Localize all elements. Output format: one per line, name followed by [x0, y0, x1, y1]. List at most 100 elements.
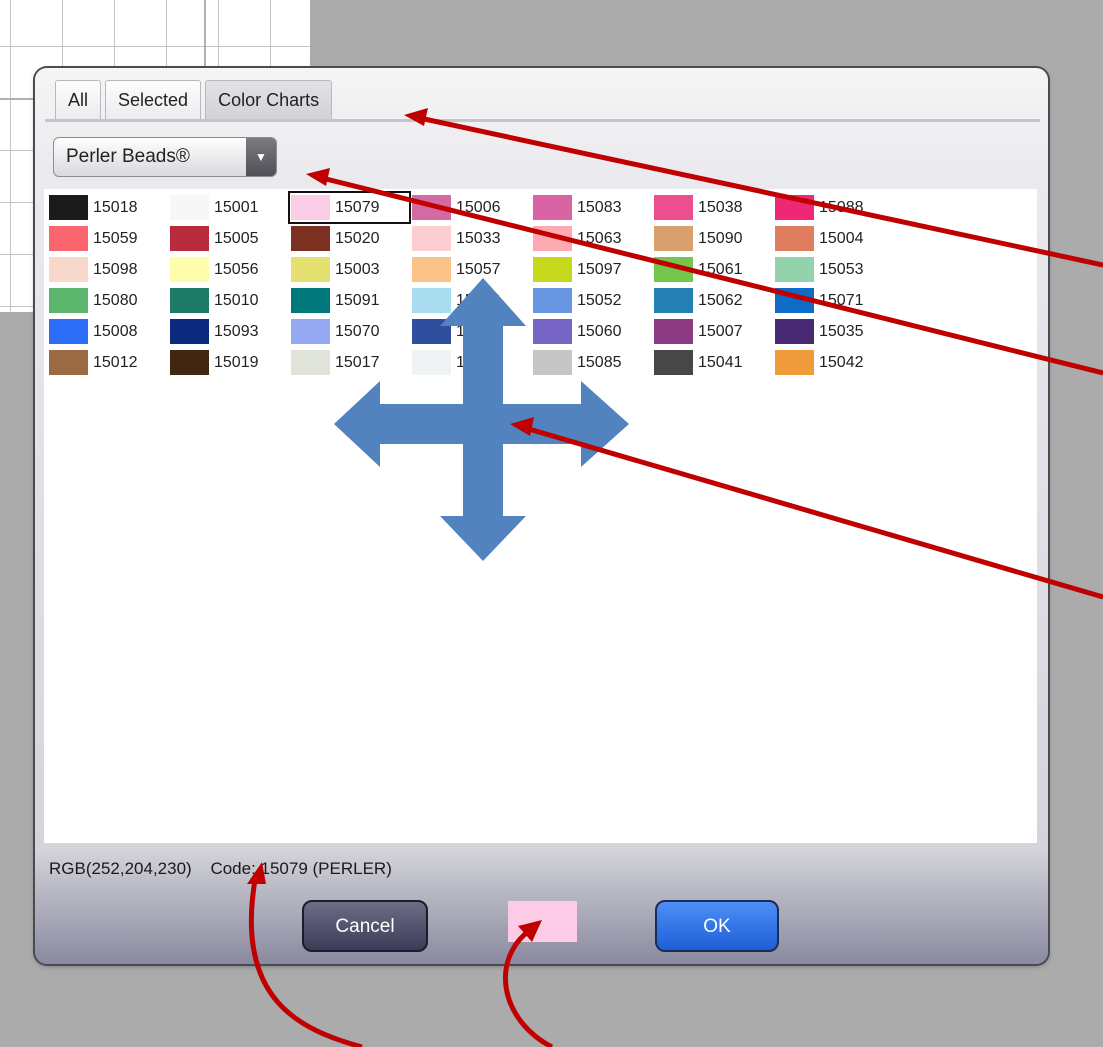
swatch-15090[interactable]: 15090	[652, 223, 773, 254]
swatch-15059[interactable]: 15059	[47, 223, 168, 254]
swatch-color-chip	[654, 288, 693, 313]
color-chart-select[interactable]: Perler Beads® ▼	[53, 137, 277, 177]
ok-button[interactable]: OK	[655, 900, 779, 952]
swatch-code-label: 15005	[214, 230, 259, 247]
chevron-down-icon[interactable]: ▼	[246, 138, 276, 176]
swatch-15053[interactable]: 15053	[773, 254, 894, 285]
tab-bar: All Selected Color Charts	[55, 80, 336, 120]
swatch-code-label: 15035	[819, 323, 864, 340]
swatch-code-label: 15049	[456, 292, 501, 309]
swatch-15079[interactable]: 15079	[288, 191, 411, 224]
swatch-15056[interactable]: 15056	[168, 254, 289, 285]
swatch-color-chip	[654, 350, 693, 375]
color-preview-swatch	[508, 901, 577, 942]
swatch-color-chip	[291, 288, 330, 313]
swatch-15070[interactable]: 15070	[289, 316, 410, 347]
swatch-code-label: 15071	[819, 292, 864, 309]
swatch-15071[interactable]: 15071	[773, 285, 894, 316]
swatch-color-chip	[49, 226, 88, 251]
swatch-15061[interactable]: 15061	[652, 254, 773, 285]
swatch-color-chip	[170, 257, 209, 282]
swatch-15093[interactable]: 15093	[168, 316, 289, 347]
swatch-code-label: 15002	[456, 354, 501, 371]
swatch-15006[interactable]: 15006	[410, 192, 531, 223]
swatch-15001[interactable]: 15001	[168, 192, 289, 223]
swatch-15018[interactable]: 15018	[47, 192, 168, 223]
swatch-15004[interactable]: 15004	[773, 223, 894, 254]
tab-color-charts[interactable]: Color Charts	[205, 80, 333, 119]
swatch-15088[interactable]: 15088	[773, 192, 894, 223]
swatch-15005[interactable]: 15005	[168, 223, 289, 254]
swatch-15062[interactable]: 15062	[652, 285, 773, 316]
swatch-15019[interactable]: 15019	[168, 347, 289, 378]
swatch-code-label: 15091	[335, 292, 380, 309]
swatch-code-label: 15097	[577, 261, 622, 278]
swatch-code-label: 15038	[698, 199, 743, 216]
swatch-15012[interactable]: 15012	[47, 347, 168, 378]
swatch-15057[interactable]: 15057	[410, 254, 531, 285]
swatch-15091[interactable]: 15091	[289, 285, 410, 316]
swatch-code-label: 15080	[93, 292, 138, 309]
swatch-15049[interactable]: 15049	[410, 285, 531, 316]
swatch-15020[interactable]: 15020	[289, 223, 410, 254]
swatch-color-chip	[291, 226, 330, 251]
swatch-code-label: 15056	[214, 261, 259, 278]
tab-all[interactable]: All	[55, 80, 102, 119]
swatch-15003[interactable]: 15003	[289, 254, 410, 285]
swatch-15097[interactable]: 15097	[531, 254, 652, 285]
swatch-code-label: 15033	[456, 230, 501, 247]
swatch-15033[interactable]: 15033	[410, 223, 531, 254]
swatch-color-chip	[533, 257, 572, 282]
swatch-code-label: 15010	[214, 292, 259, 309]
swatch-color-chip	[49, 195, 88, 220]
rgb-readout: RGB(252,204,230)	[49, 859, 192, 878]
swatch-code-label: 15054	[456, 323, 501, 340]
swatch-15007[interactable]: 15007	[652, 316, 773, 347]
swatch-color-chip	[170, 288, 209, 313]
swatch-code-label: 15042	[819, 354, 864, 371]
swatch-color-chip	[170, 226, 209, 251]
swatch-15085[interactable]: 15085	[531, 347, 652, 378]
tab-selected[interactable]: Selected	[105, 80, 202, 119]
swatch-color-chip	[775, 257, 814, 282]
swatch-code-label: 15018	[93, 199, 138, 216]
swatch-color-chip	[412, 319, 451, 344]
swatch-grid: 15018 15001 15079 15006 15083 15038 15088 15059…	[47, 191, 894, 378]
swatch-color-chip	[412, 288, 451, 313]
swatch-15010[interactable]: 15010	[168, 285, 289, 316]
swatch-15060[interactable]: 15060	[531, 316, 652, 347]
swatch-code-label: 15053	[819, 261, 864, 278]
swatch-15041[interactable]: 15041	[652, 347, 773, 378]
cancel-button[interactable]: Cancel	[302, 900, 428, 952]
swatch-color-chip	[533, 195, 572, 220]
swatch-15063[interactable]: 15063	[531, 223, 652, 254]
swatch-color-chip	[49, 319, 88, 344]
swatch-code-label: 15083	[577, 199, 622, 216]
swatch-15002[interactable]: 15002	[410, 347, 531, 378]
swatch-15083[interactable]: 15083	[531, 192, 652, 223]
swatch-15054[interactable]: 15054	[410, 316, 531, 347]
swatch-code-label: 15008	[93, 323, 138, 340]
swatch-color-chip	[170, 350, 209, 375]
swatch-code-label: 15098	[93, 261, 138, 278]
swatch-15080[interactable]: 15080	[47, 285, 168, 316]
swatch-color-chip	[291, 319, 330, 344]
swatch-color-chip	[291, 350, 330, 375]
swatch-15042[interactable]: 15042	[773, 347, 894, 378]
swatch-15017[interactable]: 15017	[289, 347, 410, 378]
swatch-code-label: 15003	[335, 261, 380, 278]
swatch-code-label: 15017	[335, 354, 380, 371]
color-chart-select-label: Perler Beads®	[66, 146, 190, 167]
swatch-color-chip	[533, 226, 572, 251]
swatch-color-chip	[291, 257, 330, 282]
swatch-code-label: 15041	[698, 354, 743, 371]
swatch-15098[interactable]: 15098	[47, 254, 168, 285]
swatch-color-chip	[170, 319, 209, 344]
swatch-code-label: 15060	[577, 323, 622, 340]
status-bar: RGB(252,204,230) Code: 15079 (PERLER)	[49, 859, 406, 879]
swatch-15038[interactable]: 15038	[652, 192, 773, 223]
swatch-15052[interactable]: 15052	[531, 285, 652, 316]
swatch-15035[interactable]: 15035	[773, 316, 894, 347]
swatch-color-chip	[49, 288, 88, 313]
swatch-15008[interactable]: 15008	[47, 316, 168, 347]
